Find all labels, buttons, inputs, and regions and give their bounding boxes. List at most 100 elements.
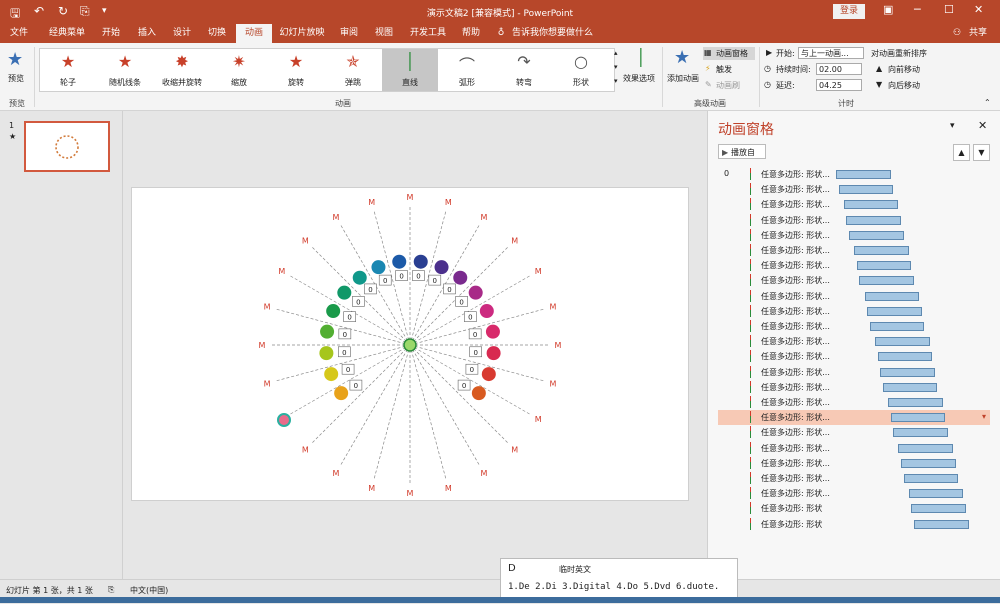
animation-list-item[interactable]: 任意多边形: 形状...	[718, 213, 990, 228]
animation-list-item[interactable]: 任意多边形: 形状...	[718, 243, 990, 258]
animation-list-item[interactable]: 任意多边形: 形状...	[718, 425, 990, 440]
gallery-scroll-down-icon[interactable]: ▾	[614, 63, 618, 71]
slide-canvas[interactable]: MMMMMMMMMMMMMMMMMMMMMMMM0000000000000000…	[131, 187, 689, 501]
tell-me-search[interactable]: 告诉我你想要做什么	[512, 24, 612, 43]
timeline-bar[interactable]	[898, 443, 953, 453]
timeline-bar[interactable]	[854, 246, 909, 255]
timeline-bar[interactable]	[869, 322, 925, 331]
tab-help[interactable]: 帮助	[456, 24, 486, 43]
timeline-bar[interactable]	[849, 230, 904, 240]
effect-options-button[interactable]: 效果选项	[623, 73, 655, 84]
timeline-bar[interactable]	[867, 306, 922, 316]
anim-shape[interactable]: ○ 形状	[553, 49, 609, 91]
anim-pane-button[interactable]: 动画窗格	[716, 48, 748, 59]
close-icon[interactable]: ✕	[974, 3, 983, 16]
timeline-bar[interactable]	[846, 215, 901, 225]
tab-insert[interactable]: 插入	[132, 24, 162, 43]
timeline-bar[interactable]	[914, 519, 969, 529]
add-animation-button[interactable]: 添加动画	[667, 73, 699, 84]
anim-arc[interactable]: ⌒ 弧形	[439, 49, 495, 91]
animation-list-item[interactable]: 任意多边形: 形状	[718, 517, 990, 532]
timeline-bar[interactable]	[908, 489, 964, 499]
timeline-bar[interactable]	[890, 413, 946, 423]
tab-review[interactable]: 审阅	[334, 24, 364, 43]
tab-slideshow[interactable]: 幻灯片放映	[276, 24, 328, 43]
timeline-bar[interactable]	[836, 170, 891, 179]
timeline-bar[interactable]	[877, 352, 933, 362]
tab-view[interactable]: 视图	[369, 24, 399, 43]
timeline-bar[interactable]	[911, 504, 966, 514]
anim-zoom[interactable]: ✷ 缩放	[211, 49, 267, 91]
gallery-more-icon[interactable]: ▾	[614, 77, 618, 85]
anim-line[interactable]: │ 直线	[382, 49, 438, 91]
timeline-bar[interactable]	[880, 367, 935, 377]
spell-check-icon[interactable]: ⎘	[108, 585, 114, 595]
animation-list-item[interactable]: 任意多边形: 形状...	[718, 456, 990, 471]
item-dropdown-icon[interactable]: ▾	[982, 412, 986, 421]
tab-file[interactable]: 文件	[4, 24, 34, 43]
anim-shrink-turn[interactable]: ✸ 收缩并旋转	[154, 49, 210, 91]
animation-list-item[interactable]: 任意多边形: 形状...	[718, 273, 990, 288]
gallery-scroll-up-icon[interactable]: ▴	[614, 49, 618, 57]
start-select[interactable]: 与上一动画...	[798, 47, 864, 59]
animation-list-item[interactable]: 任意多边形: 形状...	[718, 486, 990, 501]
login-button[interactable]: 登录	[833, 4, 865, 19]
trigger-button[interactable]: 触发	[716, 64, 732, 75]
timeline-bar[interactable]	[882, 382, 938, 392]
language-indicator[interactable]: 中文(中国)	[130, 585, 168, 596]
share-button[interactable]: 共享	[964, 24, 992, 43]
animation-list-item[interactable]: 任意多边形: 形状...	[718, 365, 990, 380]
preview-button[interactable]: 预览	[8, 73, 24, 84]
tab-animations[interactable]: 动画	[236, 24, 272, 43]
animation-list-item[interactable]: 任意多边形: 形状...	[718, 441, 990, 456]
timeline-bar[interactable]	[856, 261, 912, 271]
collapse-ribbon-icon[interactable]: ⌃	[984, 98, 991, 107]
animation-list-item[interactable]: 任意多边形: 形状	[718, 501, 990, 516]
anim-swivel[interactable]: ★ 旋转	[268, 49, 324, 91]
animation-list-item[interactable]: 任意多边形: 形状...	[718, 197, 990, 212]
effect-options-icon[interactable]: │	[636, 48, 646, 67]
move-up-button[interactable]: ▲	[953, 144, 970, 161]
animation-list-item[interactable]: 任意多边形: 形状... ▾	[718, 410, 990, 426]
timeline-bar[interactable]	[893, 428, 948, 438]
maximize-icon[interactable]: ☐	[944, 3, 954, 16]
pane-close-icon[interactable]: ✕	[978, 119, 987, 132]
add-animation-icon[interactable]: ★	[674, 47, 690, 68]
anim-bounce[interactable]: ✯ 弹跳	[325, 49, 381, 91]
animation-list-item[interactable]: 任意多边形: 形状...	[718, 471, 990, 486]
animation-list-item[interactable]: 0 任意多边形: 形状...	[718, 167, 990, 182]
tab-design[interactable]: 设计	[167, 24, 197, 43]
move-earlier-button[interactable]: 向前移动	[888, 64, 920, 75]
tab-transitions[interactable]: 切换	[202, 24, 232, 43]
anim-random-bars[interactable]: ★ 随机线条	[97, 49, 153, 91]
timeline-bar[interactable]	[859, 276, 914, 286]
ribbon-display-icon[interactable]: ▣	[883, 3, 893, 16]
tab-developer[interactable]: 开发工具	[404, 24, 452, 43]
pane-options-icon[interactable]: ▾	[950, 121, 955, 131]
timeline-bar[interactable]	[875, 337, 930, 347]
duration-input[interactable]: 02.00	[816, 63, 862, 75]
tab-home[interactable]: 开始	[96, 24, 126, 43]
animation-list-item[interactable]: 任意多边形: 形状...	[718, 334, 990, 349]
timeline-bar[interactable]	[888, 398, 943, 407]
timeline-bar[interactable]	[901, 458, 956, 468]
preview-star-icon[interactable]: ★	[7, 49, 23, 70]
timeline-bar[interactable]	[903, 474, 959, 483]
animation-list-item[interactable]: 任意多边形: 形状...	[718, 258, 990, 273]
tab-classic-menu[interactable]: 经典菜单	[42, 24, 92, 43]
timeline-bar[interactable]	[864, 291, 920, 301]
animation-list-item[interactable]: 任意多边形: 形状...	[718, 395, 990, 410]
anim-turn[interactable]: ↷ 转弯	[496, 49, 552, 91]
animation-list-item[interactable]: 任意多边形: 形状...	[718, 289, 990, 304]
animation-list-item[interactable]: 任意多边形: 形状...	[718, 380, 990, 395]
ime-candidates[interactable]: 1.De 2.Di 3.Digital 4.Do 5.Dvd 6.duote.	[508, 582, 719, 592]
animation-list-item[interactable]: 任意多边形: 形状...	[718, 319, 990, 334]
move-later-button[interactable]: 向后移动	[888, 80, 920, 91]
timeline-bar[interactable]	[838, 185, 894, 195]
animation-list-item[interactable]: 任意多边形: 形状...	[718, 182, 990, 197]
minimize-icon[interactable]: ─	[914, 3, 921, 16]
move-down-button[interactable]: ▼	[973, 144, 990, 161]
anim-wheel[interactable]: ★ 轮子	[40, 49, 96, 91]
animation-list-item[interactable]: 任意多边形: 形状...	[718, 304, 990, 319]
delay-input[interactable]: 04.25	[816, 79, 862, 91]
